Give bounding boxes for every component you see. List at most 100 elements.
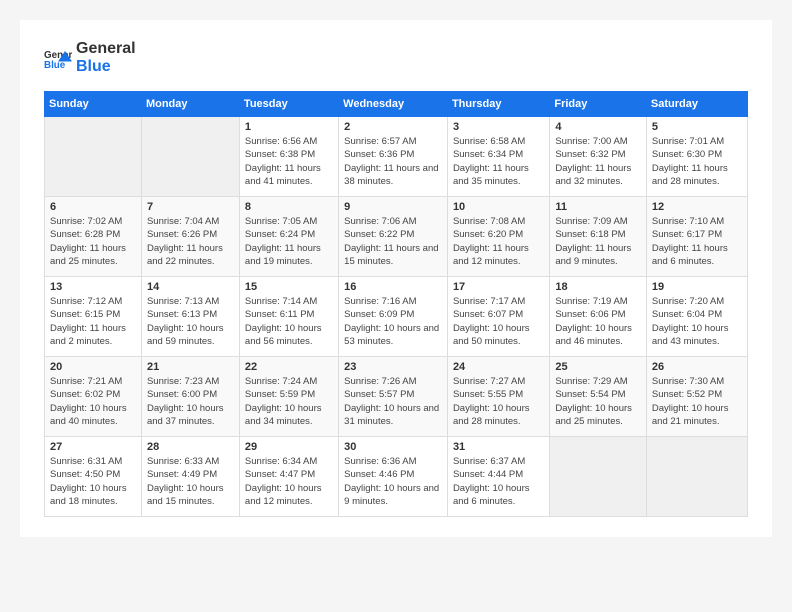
header-day: Tuesday: [239, 92, 338, 117]
cell-content: Sunrise: 7:17 AMSunset: 6:07 PMDaylight:…: [453, 295, 544, 348]
cell-content: Sunrise: 6:56 AMSunset: 6:38 PMDaylight:…: [245, 135, 333, 188]
day-number: 2: [344, 121, 442, 133]
day-number: 18: [555, 281, 641, 293]
calendar-cell: 26 Sunrise: 7:30 AMSunset: 5:52 PMDayligh…: [646, 357, 747, 437]
day-number: 8: [245, 201, 333, 213]
calendar-cell: 20Sunrise: 7:21 AMSunset: 6:02 PMDayligh…: [45, 357, 142, 437]
cell-content: Sunrise: 6:31 AMSunset: 4:50 PMDaylight:…: [50, 455, 136, 508]
day-number: 20: [50, 361, 136, 373]
cell-content: Sunrise: 7:12 AMSunset: 6:15 PMDaylight:…: [50, 295, 136, 348]
day-number: 23: [344, 361, 442, 373]
calendar-cell: 27 Sunrise: 6:31 AMSunset: 4:50 PMDayligh…: [45, 437, 142, 517]
calendar-cell: 5Sunrise: 7:01 AMSunset: 6:30 PMDaylight…: [646, 117, 747, 197]
cell-content: Sunrise: 7:24 AMSunset: 5:59 PMDaylight:…: [245, 375, 333, 428]
calendar-week-row: 6 Sunrise: 7:02 AMSunset: 6:28 PMDaylight…: [45, 197, 748, 277]
calendar-cell: 10 Sunrise: 7:08 AMSunset: 6:20 PMDayligh…: [447, 197, 549, 277]
day-number: 27: [50, 441, 136, 453]
day-number: 29: [245, 441, 333, 453]
cell-content: Sunrise: 7:23 AMSunset: 6:00 PMDaylight:…: [147, 375, 234, 428]
day-number: 9: [344, 201, 442, 213]
cell-content: Sunrise: 7:19 AMSunset: 6:06 PMDaylight:…: [555, 295, 641, 348]
day-number: 7: [147, 201, 234, 213]
cell-content: Sunrise: 7:04 AMSunset: 6:26 PMDaylight:…: [147, 215, 234, 268]
calendar-cell: 2 Sunrise: 6:57 AMSunset: 6:36 PMDaylight…: [339, 117, 448, 197]
cell-content: Sunrise: 7:10 AMSunset: 6:17 PMDaylight:…: [652, 215, 742, 268]
cell-content: Sunrise: 6:34 AMSunset: 4:47 PMDaylight:…: [245, 455, 333, 508]
cell-content: Sunrise: 7:20 AMSunset: 6:04 PMDaylight:…: [652, 295, 742, 348]
day-number: 26: [652, 361, 742, 373]
calendar-cell: 22 Sunrise: 7:24 AMSunset: 5:59 PMDayligh…: [239, 357, 338, 437]
day-number: 30: [344, 441, 442, 453]
cell-content: Sunrise: 7:30 AMSunset: 5:52 PMDaylight:…: [652, 375, 742, 428]
header: General Blue General Blue: [44, 40, 748, 75]
calendar-cell: [550, 437, 647, 517]
calendar-cell: 4Sunrise: 7:00 AMSunset: 6:32 PMDaylight…: [550, 117, 647, 197]
cell-content: Sunrise: 7:27 AMSunset: 5:55 PMDaylight:…: [453, 375, 544, 428]
calendar-cell: 3 Sunrise: 6:58 AMSunset: 6:34 PMDaylight…: [447, 117, 549, 197]
header-row: SundayMondayTuesdayWednesdayThursdayFrid…: [45, 92, 748, 117]
calendar-cell: 13Sunrise: 7:12 AMSunset: 6:15 PMDayligh…: [45, 277, 142, 357]
cell-content: Sunrise: 7:14 AMSunset: 6:11 PMDaylight:…: [245, 295, 333, 348]
day-number: 19: [652, 281, 742, 293]
day-number: 12: [652, 201, 742, 213]
header-day: Monday: [141, 92, 239, 117]
day-number: 15: [245, 281, 333, 293]
cell-content: Sunrise: 7:16 AMSunset: 6:09 PMDaylight:…: [344, 295, 442, 348]
calendar-cell: 7 Sunrise: 7:04 AMSunset: 6:26 PMDaylight…: [141, 197, 239, 277]
day-number: 11: [555, 201, 641, 213]
day-number: 5: [652, 121, 742, 133]
calendar-week-row: 13Sunrise: 7:12 AMSunset: 6:15 PMDayligh…: [45, 277, 748, 357]
logo-icon: General Blue: [44, 44, 72, 72]
calendar-cell: 8 Sunrise: 7:05 AMSunset: 6:24 PMDaylight…: [239, 197, 338, 277]
cell-content: Sunrise: 6:33 AMSunset: 4:49 PMDaylight:…: [147, 455, 234, 508]
calendar-cell: 21 Sunrise: 7:23 AMSunset: 6:00 PMDayligh…: [141, 357, 239, 437]
logo: General Blue General Blue: [44, 40, 136, 75]
calendar-cell: 12 Sunrise: 7:10 AMSunset: 6:17 PMDayligh…: [646, 197, 747, 277]
cell-content: Sunrise: 7:05 AMSunset: 6:24 PMDaylight:…: [245, 215, 333, 268]
day-number: 1: [245, 121, 333, 133]
day-number: 21: [147, 361, 234, 373]
cell-content: Sunrise: 6:57 AMSunset: 6:36 PMDaylight:…: [344, 135, 442, 188]
page: General Blue General Blue SundayMondayTu…: [20, 20, 772, 537]
calendar-cell: 30 Sunrise: 6:36 AMSunset: 4:46 PMDayligh…: [339, 437, 448, 517]
day-number: 6: [50, 201, 136, 213]
calendar-cell: 16Sunrise: 7:16 AMSunset: 6:09 PMDayligh…: [339, 277, 448, 357]
day-number: 28: [147, 441, 234, 453]
calendar-week-row: 20Sunrise: 7:21 AMSunset: 6:02 PMDayligh…: [45, 357, 748, 437]
calendar-cell: 11Sunrise: 7:09 AMSunset: 6:18 PMDayligh…: [550, 197, 647, 277]
cell-content: Sunrise: 7:26 AMSunset: 5:57 PMDaylight:…: [344, 375, 442, 428]
calendar-cell: [646, 437, 747, 517]
cell-content: Sunrise: 6:36 AMSunset: 4:46 PMDaylight:…: [344, 455, 442, 508]
calendar-table: SundayMondayTuesdayWednesdayThursdayFrid…: [44, 91, 748, 517]
calendar-cell: 29 Sunrise: 6:34 AMSunset: 4:47 PMDayligh…: [239, 437, 338, 517]
day-number: 24: [453, 361, 544, 373]
calendar-cell: 31Sunrise: 6:37 AMSunset: 4:44 PMDayligh…: [447, 437, 549, 517]
header-day: Sunday: [45, 92, 142, 117]
day-number: 17: [453, 281, 544, 293]
header-day: Friday: [550, 92, 647, 117]
cell-content: Sunrise: 6:58 AMSunset: 6:34 PMDaylight:…: [453, 135, 544, 188]
day-number: 3: [453, 121, 544, 133]
calendar-cell: 23 Sunrise: 7:26 AMSunset: 5:57 PMDayligh…: [339, 357, 448, 437]
header-day: Saturday: [646, 92, 747, 117]
day-number: 10: [453, 201, 544, 213]
cell-content: Sunrise: 7:06 AMSunset: 6:22 PMDaylight:…: [344, 215, 442, 268]
calendar-cell: 9 Sunrise: 7:06 AMSunset: 6:22 PMDaylight…: [339, 197, 448, 277]
calendar-week-row: 27 Sunrise: 6:31 AMSunset: 4:50 PMDayligh…: [45, 437, 748, 517]
calendar-cell: 25Sunrise: 7:29 AMSunset: 5:54 PMDayligh…: [550, 357, 647, 437]
cell-content: Sunrise: 7:02 AMSunset: 6:28 PMDaylight:…: [50, 215, 136, 268]
calendar-cell: 28 Sunrise: 6:33 AMSunset: 4:49 PMDayligh…: [141, 437, 239, 517]
header-day: Wednesday: [339, 92, 448, 117]
cell-content: Sunrise: 7:00 AMSunset: 6:32 PMDaylight:…: [555, 135, 641, 188]
calendar-cell: [45, 117, 142, 197]
day-number: 22: [245, 361, 333, 373]
calendar-cell: 14 Sunrise: 7:13 AMSunset: 6:13 PMDayligh…: [141, 277, 239, 357]
cell-content: Sunrise: 7:08 AMSunset: 6:20 PMDaylight:…: [453, 215, 544, 268]
calendar-cell: 17 Sunrise: 7:17 AMSunset: 6:07 PMDayligh…: [447, 277, 549, 357]
cell-content: Sunrise: 6:37 AMSunset: 4:44 PMDaylight:…: [453, 455, 544, 508]
cell-content: Sunrise: 7:29 AMSunset: 5:54 PMDaylight:…: [555, 375, 641, 428]
cell-content: Sunrise: 7:13 AMSunset: 6:13 PMDaylight:…: [147, 295, 234, 348]
day-number: 14: [147, 281, 234, 293]
header-day: Thursday: [447, 92, 549, 117]
calendar-cell: 6 Sunrise: 7:02 AMSunset: 6:28 PMDaylight…: [45, 197, 142, 277]
